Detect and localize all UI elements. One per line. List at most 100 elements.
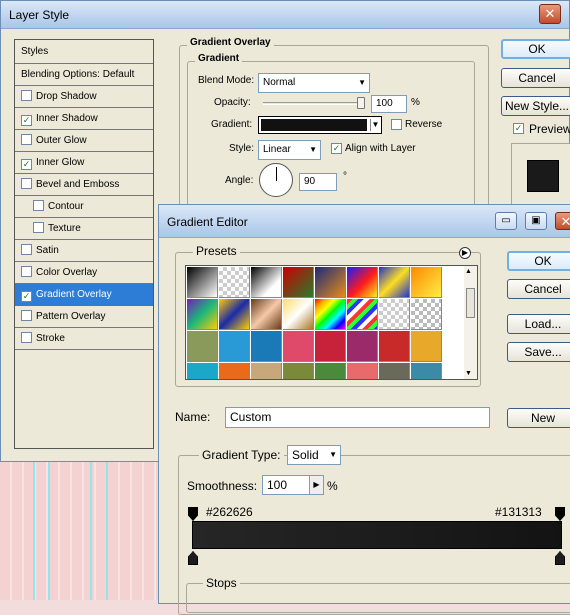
scroll-down-icon[interactable]: ▼ [465, 370, 472, 377]
preset-swatch[interactable] [187, 363, 218, 379]
style-checkbox[interactable] [21, 90, 32, 101]
style-checkbox[interactable] [33, 222, 44, 233]
blend-mode-select[interactable]: Normal ▼ [258, 73, 370, 93]
style-checkbox[interactable] [33, 200, 44, 211]
preset-swatch[interactable] [251, 267, 282, 298]
preset-swatch[interactable] [347, 363, 378, 379]
gradient-swatch[interactable] [261, 119, 367, 131]
layer-style-titlebar[interactable]: Layer Style ✕ [1, 1, 569, 29]
close-icon[interactable]: ✕ [539, 4, 561, 24]
preset-swatch[interactable] [219, 363, 250, 379]
preset-swatch[interactable] [187, 331, 218, 362]
guide-line [106, 460, 108, 600]
style-checkbox[interactable] [21, 332, 32, 343]
gradient-type-select[interactable]: Solid ▼ [287, 445, 341, 465]
preset-swatch[interactable] [187, 299, 218, 330]
smoothness-input[interactable]: 100 ▶ [262, 475, 324, 495]
angle-dial[interactable] [259, 163, 293, 197]
preset-swatch[interactable] [411, 299, 442, 330]
preset-swatch[interactable] [219, 299, 250, 330]
guide-line [33, 460, 35, 600]
minimize-icon[interactable]: ▭ [495, 212, 517, 230]
preset-swatch[interactable] [315, 331, 346, 362]
preset-swatch[interactable] [251, 299, 282, 330]
preset-swatch[interactable] [411, 363, 442, 379]
chevron-right-icon[interactable]: ▶ [309, 476, 323, 494]
preset-swatch[interactable] [411, 267, 442, 298]
preset-swatch[interactable] [315, 363, 346, 379]
styles-item-bevel-and-emboss[interactable]: Bevel and Emboss [15, 174, 153, 196]
styles-item-inner-shadow[interactable]: ✓ Inner Shadow [15, 108, 153, 130]
preset-swatch[interactable] [347, 299, 378, 330]
styles-item-blending-options-default[interactable]: Blending Options: Default [15, 64, 153, 86]
preset-swatch[interactable] [219, 267, 250, 298]
ok-button[interactable]: OK [507, 251, 570, 271]
preset-swatch[interactable] [219, 331, 250, 362]
style-checkbox[interactable] [21, 178, 32, 189]
preset-swatch[interactable] [283, 299, 314, 330]
gradient-type-label: Gradient Type: [199, 448, 284, 462]
gradient-editor-titlebar[interactable]: Gradient Editor ▭ ▣ ✕ [159, 205, 570, 238]
styles-item-contour[interactable]: Contour [15, 196, 153, 218]
window-title: Layer Style [9, 8, 70, 22]
preset-swatch[interactable] [283, 267, 314, 298]
style-checkbox[interactable]: ✓ [21, 115, 32, 126]
preset-swatch[interactable] [187, 267, 218, 298]
cancel-button[interactable]: Cancel [507, 279, 570, 299]
style-checkbox[interactable] [21, 310, 32, 321]
angle-input[interactable]: 90 [299, 173, 337, 191]
opacity-input[interactable]: 100 [371, 95, 407, 113]
styles-item-satin[interactable]: Satin [15, 240, 153, 262]
preset-swatch[interactable] [315, 299, 346, 330]
preset-swatch[interactable] [411, 331, 442, 362]
preset-swatch[interactable] [283, 363, 314, 379]
reverse-checkbox[interactable] [391, 119, 402, 130]
preset-swatch[interactable] [379, 363, 410, 379]
styles-item-inner-glow[interactable]: ✓ Inner Glow [15, 152, 153, 174]
style-checkbox[interactable] [21, 266, 32, 277]
preset-swatch[interactable] [379, 267, 410, 298]
styles-item-stroke[interactable]: Stroke [15, 328, 153, 350]
gradient-preview-bar[interactable] [192, 521, 562, 549]
styles-item-texture[interactable]: Texture [15, 218, 153, 240]
styles-item-color-overlay[interactable]: Color Overlay [15, 262, 153, 284]
preset-swatch[interactable] [379, 331, 410, 362]
maximize-icon[interactable]: ▣ [525, 212, 547, 230]
style-checkbox[interactable]: ✓ [21, 159, 32, 170]
styles-item-pattern-overlay[interactable]: Pattern Overlay [15, 306, 153, 328]
chevron-down-icon[interactable]: ▼ [370, 119, 380, 131]
new-button[interactable]: New [507, 408, 570, 428]
scroll-up-icon[interactable]: ▲ [465, 268, 472, 275]
preset-swatch[interactable] [251, 331, 282, 362]
style-checkbox[interactable] [21, 134, 32, 145]
style-label: Style: [229, 143, 255, 154]
close-icon[interactable]: ✕ [555, 212, 570, 230]
style-checkbox[interactable]: ✓ [21, 291, 32, 302]
scroll-thumb[interactable] [466, 288, 475, 318]
cancel-button[interactable]: Cancel [501, 68, 570, 88]
style-checkbox[interactable] [21, 244, 32, 255]
preset-swatch[interactable] [379, 299, 410, 330]
styles-item-outer-glow[interactable]: Outer Glow [15, 130, 153, 152]
preview-checkbox[interactable]: ✓ [513, 123, 524, 134]
ok-button[interactable]: OK [501, 39, 570, 59]
preset-swatch[interactable] [347, 267, 378, 298]
styles-item-gradient-overlay[interactable]: ✓ Gradient Overlay [15, 284, 153, 306]
name-input[interactable]: Custom [225, 407, 490, 428]
new-style-button[interactable]: New Style... [501, 96, 570, 116]
presets-scrollbar[interactable]: ▲ ▼ [464, 265, 478, 380]
align-with-layer-checkbox[interactable]: ✓ [331, 143, 342, 154]
load-button[interactable]: Load... [507, 314, 570, 334]
styles-item-drop-shadow[interactable]: Drop Shadow [15, 86, 153, 108]
gradient-picker[interactable]: ▼ [258, 116, 382, 134]
save-button[interactable]: Save... [507, 342, 570, 362]
preset-swatch[interactable] [347, 331, 378, 362]
preset-swatch[interactable] [251, 363, 282, 379]
preset-swatch[interactable] [283, 331, 314, 362]
presets-menu-icon[interactable]: ▶ [459, 247, 471, 259]
opacity-slider[interactable] [263, 102, 363, 105]
styles-header[interactable]: Styles [15, 40, 153, 64]
opacity-slider-thumb[interactable] [357, 97, 365, 109]
style-select[interactable]: Linear ▼ [258, 140, 321, 160]
preset-swatch[interactable] [315, 267, 346, 298]
